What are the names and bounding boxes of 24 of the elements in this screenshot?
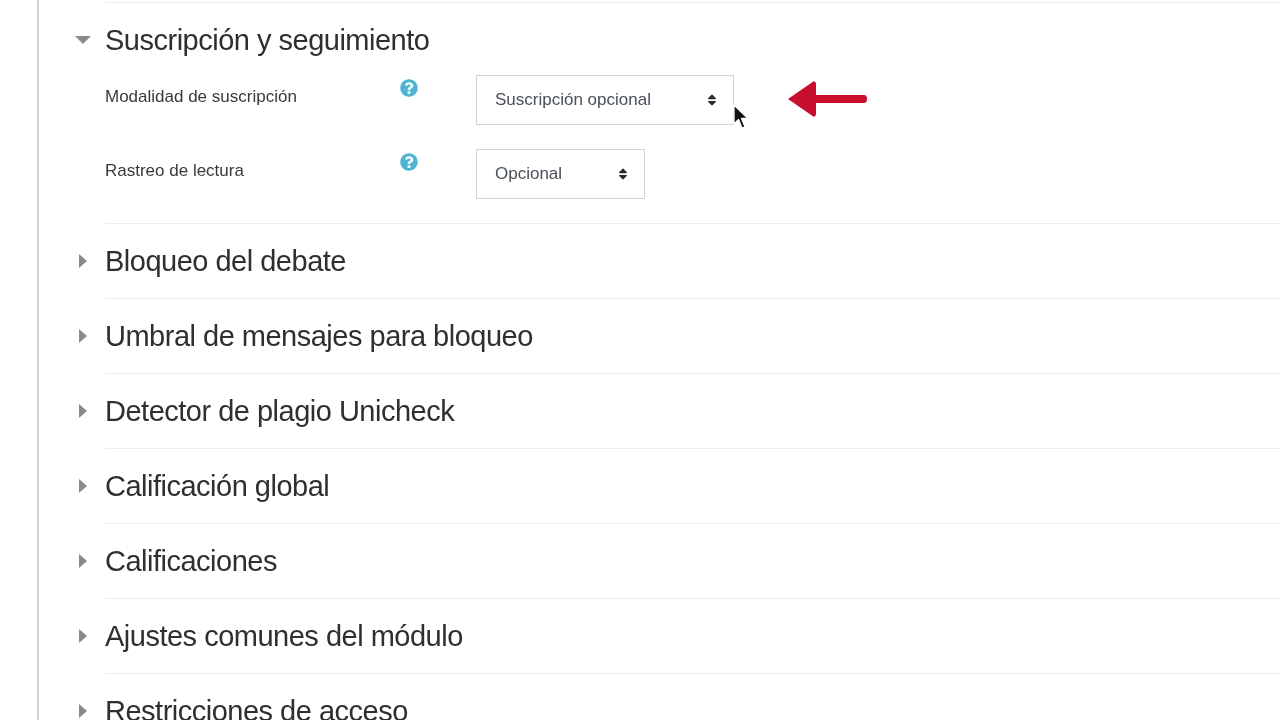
section-heading[interactable]: Detector de plagio Unicheck bbox=[105, 391, 455, 431]
field-label: Modalidad de suscripción bbox=[105, 87, 297, 106]
sort-arrows-icon bbox=[618, 167, 629, 181]
sort-arrows-icon bbox=[706, 93, 717, 107]
caret-right-icon[interactable] bbox=[79, 629, 87, 643]
arrow-left-icon bbox=[788, 80, 868, 118]
section-heading[interactable]: Suscripción y seguimiento bbox=[105, 20, 430, 60]
help-icon[interactable] bbox=[400, 153, 418, 171]
caret-right-icon[interactable] bbox=[79, 704, 87, 718]
help-icon[interactable] bbox=[400, 79, 418, 97]
section-heading[interactable]: Umbral de mensajes para bloqueo bbox=[105, 316, 533, 356]
section-heading[interactable]: Ajustes comunes del módulo bbox=[105, 616, 463, 656]
caret-right-icon[interactable] bbox=[79, 404, 87, 418]
caret-right-icon[interactable] bbox=[79, 554, 87, 568]
section-heading[interactable]: Calificación global bbox=[105, 466, 330, 506]
caret-right-icon[interactable] bbox=[79, 329, 87, 343]
section-heading[interactable]: Bloqueo del debate bbox=[105, 241, 346, 281]
caret-down-icon[interactable] bbox=[75, 36, 91, 44]
caret-right-icon[interactable] bbox=[79, 479, 87, 493]
section-heading[interactable]: Calificaciones bbox=[105, 541, 277, 581]
caret-right-icon[interactable] bbox=[79, 254, 87, 268]
select-dropdown[interactable]: Opcional bbox=[476, 149, 646, 199]
field-label: Rastreo de lectura bbox=[105, 161, 244, 180]
select-dropdown[interactable]: Suscripción opcional bbox=[476, 75, 734, 125]
